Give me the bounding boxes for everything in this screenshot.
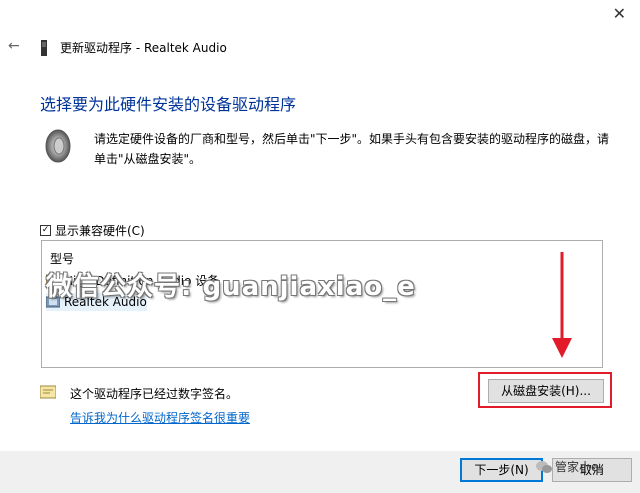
wechat-badge-text: 管家小e	[555, 460, 599, 474]
signature-status-text: 这个驱动程序已经过数字签名。	[70, 387, 239, 401]
signed-driver-icon	[40, 385, 56, 399]
speaker-icon	[45, 129, 71, 163]
instructions-text: 请选定硬件设备的厂商和型号，然后单击"下一步"。如果手头有包含要安装的驱动程序的…	[94, 132, 610, 166]
title-bar: ✕	[0, 0, 640, 30]
wizard-title: 更新驱动程序 - Realtek Audio	[60, 41, 227, 55]
model-list[interactable]: 型号 High Definition Audio 设备 Realtek Audi…	[41, 240, 603, 368]
page-heading: 选择要为此硬件安装的设备驱动程序	[40, 95, 297, 114]
watermark-overlay: 微信公众号: guanjiaxiao_e	[46, 272, 416, 302]
device-icon	[41, 40, 47, 56]
show-compatible-label: 显示兼容硬件(C)	[55, 224, 145, 238]
close-icon[interactable]: ✕	[613, 6, 626, 22]
signature-info-link[interactable]: 告诉我为什么驱动程序签名很重要	[70, 409, 250, 426]
red-arrow-annotation	[552, 252, 572, 358]
show-compatible-toggle[interactable]: ✓ 显示兼容硬件(C)	[40, 222, 145, 239]
checkbox-checked-icon[interactable]: ✓	[40, 225, 51, 236]
wechat-badge: 管家小e	[536, 458, 598, 475]
back-arrow-icon[interactable]: ←	[8, 38, 20, 54]
wechat-icon	[536, 460, 552, 473]
list-header-model: 型号	[50, 252, 75, 266]
have-disk-button[interactable]: 从磁盘安装(H)...	[488, 379, 604, 403]
next-button[interactable]: 下一步(N)	[460, 458, 543, 482]
